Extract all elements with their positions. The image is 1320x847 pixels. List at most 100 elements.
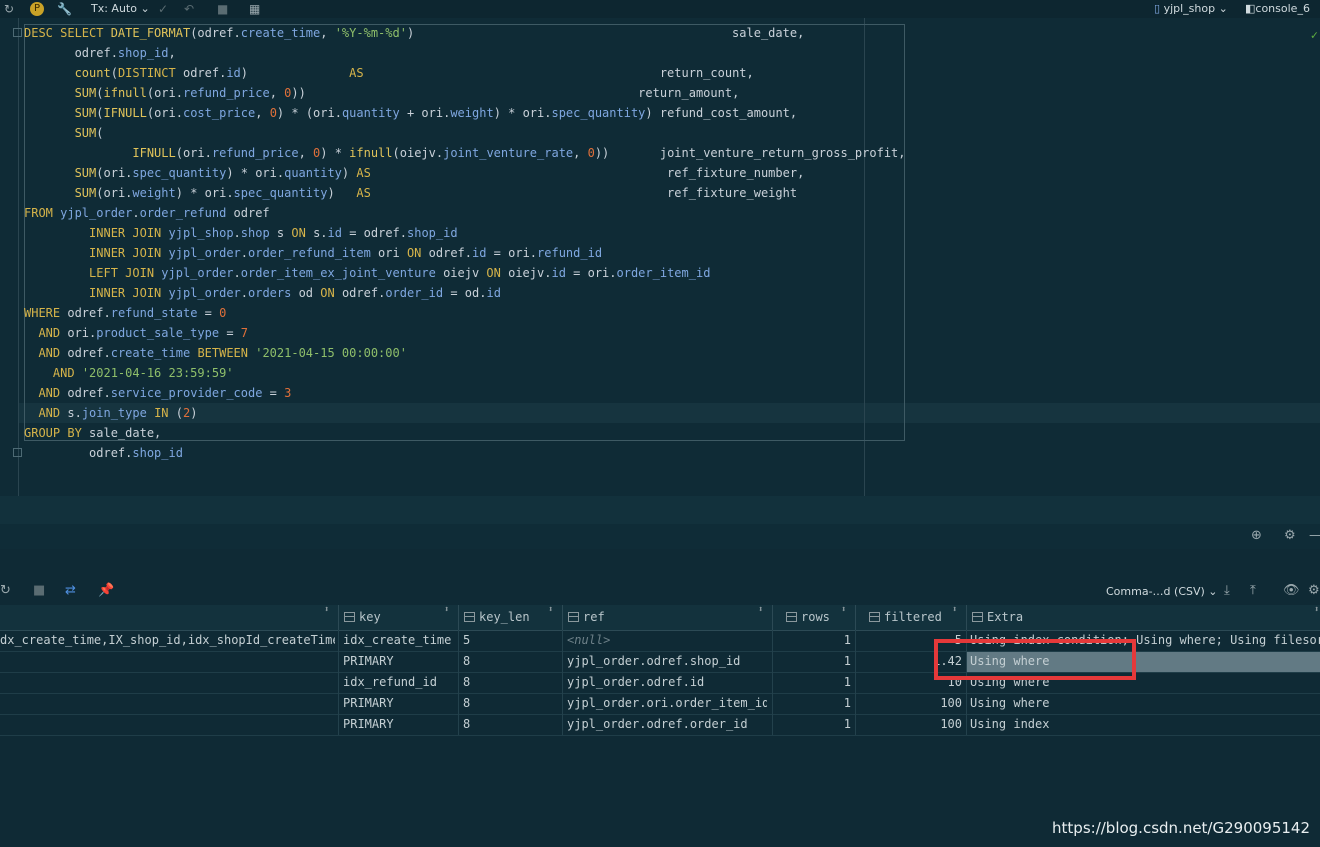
code-line[interactable]: FROM yjpl_order.order_refund odref xyxy=(24,203,270,223)
sort-icon[interactable]: ⬍ xyxy=(444,605,449,615)
table-row[interactable]: PRIMARY 8 yjpl_order.ori.order_item_id 1 100… xyxy=(0,693,1320,715)
code-line[interactable]: INNER JOIN yjpl_shop.shop s ON s.id = od… xyxy=(24,223,458,243)
ref-cell[interactable]: <null> xyxy=(567,630,767,651)
code-line[interactable]: SUM(IFNULL(ori.cost_price, 0) * (ori.qua… xyxy=(24,103,798,123)
code-line[interactable]: count(DISTINCT odref.id) AS return_count… xyxy=(24,63,754,83)
table-view-icon[interactable]: ▦ xyxy=(249,1,260,17)
refresh-icon[interactable]: ↻ xyxy=(4,1,14,17)
sort-icon[interactable]: ⬍ xyxy=(324,605,329,615)
code-line[interactable]: INNER JOIN yjpl_order.orders od ON odref… xyxy=(24,283,501,303)
key-cell[interactable]: idx_refund_id xyxy=(343,672,455,693)
settings-wrench-icon[interactable]: 🔧 xyxy=(57,1,72,17)
code-token: SUM xyxy=(74,166,97,180)
sort-icon[interactable]: ⬍ xyxy=(1314,605,1319,615)
sort-icon[interactable]: ⬍ xyxy=(548,605,553,615)
possible-keys-cell[interactable] xyxy=(0,714,335,735)
code-line[interactable]: SUM(ori.spec_quantity) * ori.quantity) A… xyxy=(24,163,805,183)
key-len-cell[interactable]: 8 xyxy=(463,693,558,714)
table-row[interactable]: PRIMARY 8 yjpl_order.odref.order_id 1 100 Usi… xyxy=(0,714,1320,736)
rows-cell[interactable]: 1 xyxy=(776,651,851,672)
column-header-key-len[interactable]: key_len xyxy=(464,605,530,630)
code-token: s xyxy=(269,226,292,240)
code-line[interactable]: SUM(ori.weight) * ori.spec_quantity) AS … xyxy=(24,183,798,203)
possible-keys-cell[interactable] xyxy=(0,672,335,693)
ref-cell[interactable]: yjpl_order.odref.order_id xyxy=(567,714,767,735)
rows-cell[interactable]: 1 xyxy=(776,693,851,714)
key-len-cell[interactable]: 5 xyxy=(463,630,558,651)
export-format-dropdown[interactable]: Comma-…d (CSV) ⌄ xyxy=(1106,584,1218,600)
column-header-filtered[interactable]: filtered xyxy=(869,605,942,630)
rows-cell[interactable]: 1 xyxy=(776,714,851,735)
code-line[interactable]: GROUP BY sale_date, xyxy=(24,423,161,443)
view-eye-icon[interactable]: 👁 xyxy=(1283,583,1300,599)
code-line[interactable]: AND '2021-04-16 23:59:59' xyxy=(24,363,234,383)
code-line[interactable]: odref.shop_id xyxy=(24,443,183,463)
code-line[interactable]: IFNULL(ori.refund_price, 0) * ifnull(oie… xyxy=(24,143,905,163)
key-cell[interactable]: PRIMARY xyxy=(343,693,455,714)
code-line[interactable]: SUM(ifnull(ori.refund_price, 0)) return_… xyxy=(24,83,740,103)
filtered-cell[interactable]: 100 xyxy=(859,714,962,735)
reload-icon[interactable]: ↻ xyxy=(0,583,11,599)
key-len-cell[interactable]: 8 xyxy=(463,672,558,693)
cancel-query-icon[interactable]: ■ xyxy=(33,583,45,599)
fold-start-icon[interactable] xyxy=(13,28,22,37)
minimize-icon[interactable]: — xyxy=(1309,528,1320,544)
sort-icon[interactable]: ⬍ xyxy=(758,605,763,615)
possible-keys-cell[interactable] xyxy=(0,651,335,672)
pin-icon[interactable]: 📌 xyxy=(98,583,114,599)
column-header-rows[interactable]: rows xyxy=(786,605,830,630)
code-line[interactable]: WHERE odref.refund_state = 0 xyxy=(24,303,226,323)
sort-icon[interactable]: ⬍ xyxy=(841,605,846,615)
code-line[interactable]: AND odref.service_provider_code = 3 xyxy=(24,383,291,403)
main-toolbar: ↻ P 🔧 Tx: Auto ⌄ ✓ ↶ ■ ▦ ▯ yjpl_shop ⌄ ◧… xyxy=(0,0,1320,18)
filtered-cell[interactable]: 100 xyxy=(859,693,962,714)
code-line[interactable]: DESC SELECT DATE_FORMAT(odref.create_tim… xyxy=(24,23,804,43)
code-line[interactable]: AND s.join_type IN (2) xyxy=(24,403,197,423)
schema-selector[interactable]: ▯ yjpl_shop ⌄ xyxy=(1154,2,1228,16)
console-selector[interactable]: ◧console_6 xyxy=(1245,2,1310,16)
code-token: ) * (ori. xyxy=(276,106,342,120)
transaction-mode-dropdown[interactable]: Tx: Auto ⌄ xyxy=(91,2,150,16)
sort-icon[interactable]: ⬍ xyxy=(952,605,957,615)
code-line[interactable]: odref.shop_id, xyxy=(24,43,176,63)
compare-icon[interactable]: ⇄ xyxy=(65,583,76,599)
code-line[interactable]: SUM( xyxy=(24,123,104,143)
commit-check-icon[interactable]: ✓ xyxy=(158,1,168,17)
key-cell[interactable]: idx_create_time xyxy=(343,630,455,651)
code-line[interactable]: INNER JOIN yjpl_order.order_refund_item … xyxy=(24,243,602,263)
gear-icon[interactable]: ⚙ xyxy=(1308,583,1320,599)
fold-end-icon[interactable] xyxy=(13,448,22,457)
upload-icon[interactable]: ⤒ xyxy=(1250,583,1256,599)
column-header-ref[interactable]: ref xyxy=(568,605,605,630)
gear-icon[interactable]: ⚙ xyxy=(1284,528,1296,544)
code-line[interactable]: AND ori.product_sale_type = 7 xyxy=(24,323,248,343)
download-icon[interactable]: ⤓ xyxy=(1224,583,1230,599)
rows-cell[interactable]: 1 xyxy=(776,630,851,651)
editor-results-divider[interactable] xyxy=(0,496,1320,524)
column-header-key[interactable]: key xyxy=(344,605,381,630)
key-len-cell[interactable]: 8 xyxy=(463,651,558,672)
ref-cell[interactable]: yjpl_order.ori.order_item_id xyxy=(567,693,767,714)
key-cell[interactable]: PRIMARY xyxy=(343,714,455,735)
possible-keys-cell[interactable] xyxy=(0,693,335,714)
export-format-label: Comma-…d (CSV) xyxy=(1106,585,1205,598)
ref-cell[interactable]: yjpl_order.odref.id xyxy=(567,672,767,693)
code-token: ( xyxy=(110,66,118,80)
rollback-icon[interactable]: ↶ xyxy=(184,1,194,17)
code-line[interactable]: LEFT JOIN yjpl_order.order_item_ex_joint… xyxy=(24,263,710,283)
code-line[interactable]: AND odref.create_time BETWEEN '2021-04-1… xyxy=(24,343,407,363)
extra-cell[interactable]: Using index xyxy=(970,714,1320,735)
code-token: refund_price xyxy=(211,146,299,160)
key-cell[interactable]: PRIMARY xyxy=(343,651,455,672)
key-len-cell[interactable]: 8 xyxy=(463,714,558,735)
stop-icon[interactable]: ■ xyxy=(217,1,228,17)
profile-icon[interactable]: P xyxy=(30,2,44,16)
extra-cell[interactable]: Using where xyxy=(970,693,1320,714)
ref-cell[interactable]: yjpl_order.odref.shop_id xyxy=(567,651,767,672)
possible-keys-cell[interactable]: dx_create_time,IX_shop_id,idx_shopId_cre… xyxy=(0,630,335,651)
target-icon[interactable]: ⊕ xyxy=(1251,528,1262,544)
column-header-extra[interactable]: Extra xyxy=(972,605,1023,630)
rows-cell[interactable]: 1 xyxy=(776,672,851,693)
results-tab-strip xyxy=(0,549,1320,577)
